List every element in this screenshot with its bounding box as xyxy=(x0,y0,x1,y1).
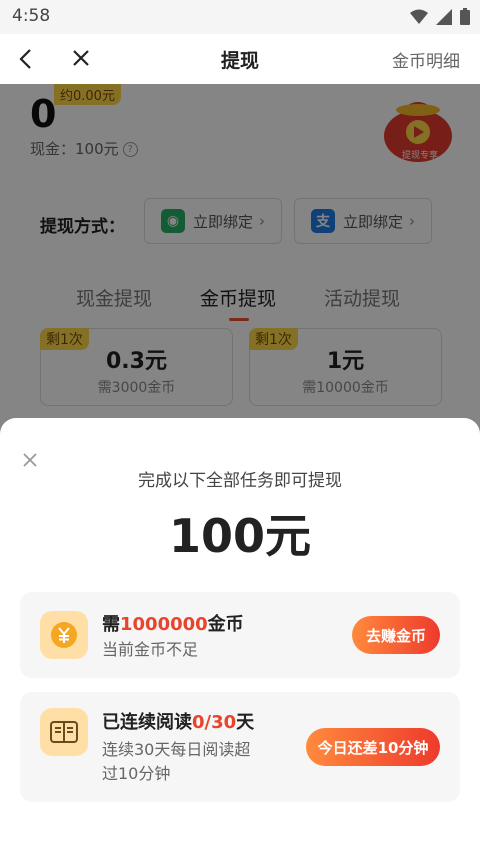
task-bottom-sheet: 完成以下全部任务即可提现 100元 需1000000金币 当前金币不足 去赚金币… xyxy=(0,418,480,855)
earn-coins-button[interactable]: 去赚金币 xyxy=(352,616,440,654)
status-time: 4:58 xyxy=(12,6,51,26)
task-description: 连续30天每日阅读超 过10分钟 xyxy=(102,740,251,783)
reading-remaining-button[interactable]: 今日还差10分钟 xyxy=(306,728,440,766)
withdraw-amount: 100元 xyxy=(168,509,312,563)
sheet-heading: 完成以下全部任务即可提现 xyxy=(138,471,342,491)
coin-detail-link[interactable]: 金币明细 xyxy=(392,47,460,72)
yuan-coin-icon xyxy=(40,611,88,659)
task-card-coins: 需1000000金币 当前金币不足 去赚金币 xyxy=(20,592,460,678)
task-target: 1000000 xyxy=(120,614,208,635)
battery-icon xyxy=(460,8,470,25)
status-bar: 4:58 xyxy=(0,0,480,34)
task-card-reading: 已连续阅读0/30天 连续30天每日阅读超 过10分钟 今日还差10分钟 xyxy=(20,692,460,802)
book-icon xyxy=(40,708,88,756)
top-navigation-bar: 提现 金币明细 xyxy=(0,34,480,84)
task-title: 已连续阅读0/30天 xyxy=(102,712,255,733)
signal-icon xyxy=(436,8,452,25)
task-title: 需1000000金币 xyxy=(102,614,244,635)
status-icons xyxy=(410,8,470,25)
task-progress: 0/30 xyxy=(192,712,237,733)
task-description: 当前金币不足 xyxy=(102,640,199,659)
wifi-icon xyxy=(410,9,428,24)
